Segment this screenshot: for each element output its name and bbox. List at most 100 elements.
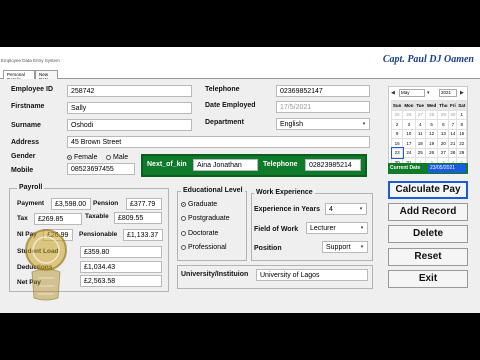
calendar-day[interactable]: 13	[437, 128, 450, 139]
calendar-week-row: 2 3 4 5 6 7 8	[390, 119, 467, 130]
calendar-widget[interactable]: ◀ May ▾ 2021 ▶ Sun Mon Tue Wed Thu Fri S…	[388, 86, 468, 174]
date-employed-field[interactable]: 17/5/2021	[276, 101, 370, 113]
calendar-day[interactable]: 20	[437, 138, 450, 149]
next-of-kin-bar: Next_of_kin Aina Jonathan Telephone 0282…	[141, 154, 367, 177]
taxable-label: Taxable	[85, 213, 109, 220]
logo-watermark	[25, 229, 67, 301]
calendar-day[interactable]: 29	[456, 147, 467, 158]
gender-female-radio[interactable]: Female	[67, 154, 97, 161]
university-field[interactable]: University of Lagos	[256, 269, 368, 281]
field-of-work-select[interactable]: Lecturer ▾	[306, 222, 368, 234]
mobile-field[interactable]: 08523697455	[67, 163, 135, 175]
weekday-label: Sat	[456, 100, 467, 111]
chevron-left-icon[interactable]: ◀	[391, 90, 395, 96]
calendar-day[interactable]: 30	[448, 109, 458, 120]
surname-field[interactable]: Oshodi	[67, 119, 192, 131]
field-of-work-value: Lecturer	[310, 225, 336, 232]
address-label: Address	[11, 139, 40, 146]
calendar-day[interactable]: 3	[402, 119, 416, 130]
chevron-down-icon[interactable]: ▾	[358, 243, 366, 251]
current-date-field[interactable]: 23/05/2021	[428, 164, 466, 173]
telephone-field[interactable]: 02369852147	[276, 85, 370, 97]
position-select[interactable]: Support ▾	[322, 241, 368, 253]
calendar-day[interactable]: 25	[390, 109, 404, 120]
calendar-day[interactable]: 27	[437, 147, 450, 158]
video-letterbox-top	[0, 0, 480, 47]
calendar-day[interactable]: 22	[456, 138, 467, 149]
firstname-field[interactable]: Sally	[67, 102, 192, 114]
education-professional-radio[interactable]: Professional	[181, 244, 227, 251]
department-value: English	[280, 121, 303, 128]
chevron-down-icon[interactable]: ▾	[427, 90, 430, 96]
window-title: Employee Data Entry System	[1, 58, 60, 63]
calendar-day[interactable]: 18	[414, 138, 426, 149]
pension-label: Pension	[93, 200, 119, 207]
calendar-week-row: 25 26 27 28 29 30 1	[390, 109, 467, 120]
next-of-kin-name-field[interactable]: Aina Jonathan	[193, 159, 258, 171]
calendar-day[interactable]: 4	[414, 119, 426, 130]
taxable-field[interactable]: £809.55	[114, 212, 162, 224]
calendar-day[interactable]: 2	[390, 119, 404, 130]
education-doctorate-radio[interactable]: Doctorate	[181, 230, 218, 237]
calendar-header: ◀ May ▾ 2021 ▶	[390, 88, 466, 97]
address-field[interactable]: 45 Brown Street	[67, 136, 370, 148]
delete-button[interactable]: Delete	[388, 225, 468, 243]
pension-field[interactable]: £377.79	[126, 198, 162, 210]
calendar-day[interactable]: 1	[456, 109, 467, 120]
calendar-day[interactable]: 24	[402, 147, 416, 158]
calendar-day[interactable]: 6	[437, 119, 450, 130]
calendar-year-select[interactable]: 2021	[439, 89, 457, 97]
calendar-day[interactable]: 8	[456, 119, 467, 130]
calendar-week-row: 23 24 25 26 27 28 29	[390, 147, 467, 159]
employee-id-field[interactable]: 258742	[67, 85, 192, 97]
calendar-week-row: 16 17 18 19 20 21 22	[390, 138, 467, 149]
calendar-month-select[interactable]: May	[399, 89, 425, 97]
calendar-day[interactable]: 19	[424, 138, 439, 149]
calendar-day[interactable]: 16	[390, 138, 404, 149]
education-postgraduate-radio[interactable]: Postgraduate	[181, 215, 230, 222]
add-record-button[interactable]: Add Record	[388, 203, 468, 221]
chevron-down-icon[interactable]: ▾	[358, 224, 366, 232]
payment-label: Payment	[17, 200, 45, 207]
calendar-day[interactable]: 17	[402, 138, 416, 149]
calendar-day[interactable]: 23	[390, 147, 404, 159]
tab-new-data[interactable]: New Data	[35, 70, 58, 82]
calendar-day[interactable]: 12	[424, 128, 439, 139]
weekday-label: Mon	[402, 100, 416, 111]
chevron-down-icon[interactable]: ▾	[357, 205, 365, 213]
calendar-day[interactable]: 28	[448, 147, 458, 158]
next-of-kin-telephone-field[interactable]: 02823985214	[305, 159, 361, 171]
weekday-label: Thu	[437, 100, 450, 111]
pensionable-field[interactable]: £1,133.37	[123, 229, 163, 241]
next-of-kin-telephone-label: Telephone	[263, 161, 298, 168]
student-load-field[interactable]: £359.80	[80, 246, 162, 258]
calendar-day[interactable]: 9	[390, 128, 404, 139]
calendar-day[interactable]: 14	[448, 128, 458, 139]
calendar-day[interactable]: 25	[414, 147, 426, 158]
gender-male-radio[interactable]: Male	[106, 154, 128, 161]
calculate-pay-button[interactable]: Calculate Pay	[388, 181, 468, 199]
calendar-day[interactable]: 27	[414, 109, 426, 120]
brand-title: Capt. Paul DJ Oamen	[382, 54, 474, 65]
calendar-day[interactable]: 28	[424, 109, 439, 120]
calendar-day[interactable]: 7	[448, 119, 458, 130]
calendar-day[interactable]: 15	[456, 128, 467, 139]
net-pay-field[interactable]: £2,563.58	[80, 275, 162, 287]
calendar-day[interactable]: 11	[414, 128, 426, 139]
education-graduate-radio[interactable]: Graduate	[181, 201, 217, 208]
department-select[interactable]: English ▾	[276, 118, 370, 130]
exit-button[interactable]: Exit	[388, 270, 468, 288]
payment-field[interactable]: £3,598.00	[51, 198, 91, 210]
calendar-day[interactable]: 5	[424, 119, 439, 130]
calendar-day[interactable]: 10	[402, 128, 416, 139]
reset-button[interactable]: Reset	[388, 248, 468, 266]
calendar-day[interactable]: 29	[437, 109, 450, 120]
weekday-label: Sun	[390, 100, 404, 111]
chevron-right-icon[interactable]: ▶	[460, 90, 464, 96]
calendar-day[interactable]: 26	[402, 109, 416, 120]
deductions-field[interactable]: £1,034.43	[80, 261, 162, 273]
experience-years-select[interactable]: 4 ▾	[325, 203, 367, 215]
calendar-day[interactable]: 26	[424, 147, 439, 158]
chevron-down-icon[interactable]: ▾	[360, 120, 368, 128]
calendar-day[interactable]: 21	[448, 138, 458, 149]
